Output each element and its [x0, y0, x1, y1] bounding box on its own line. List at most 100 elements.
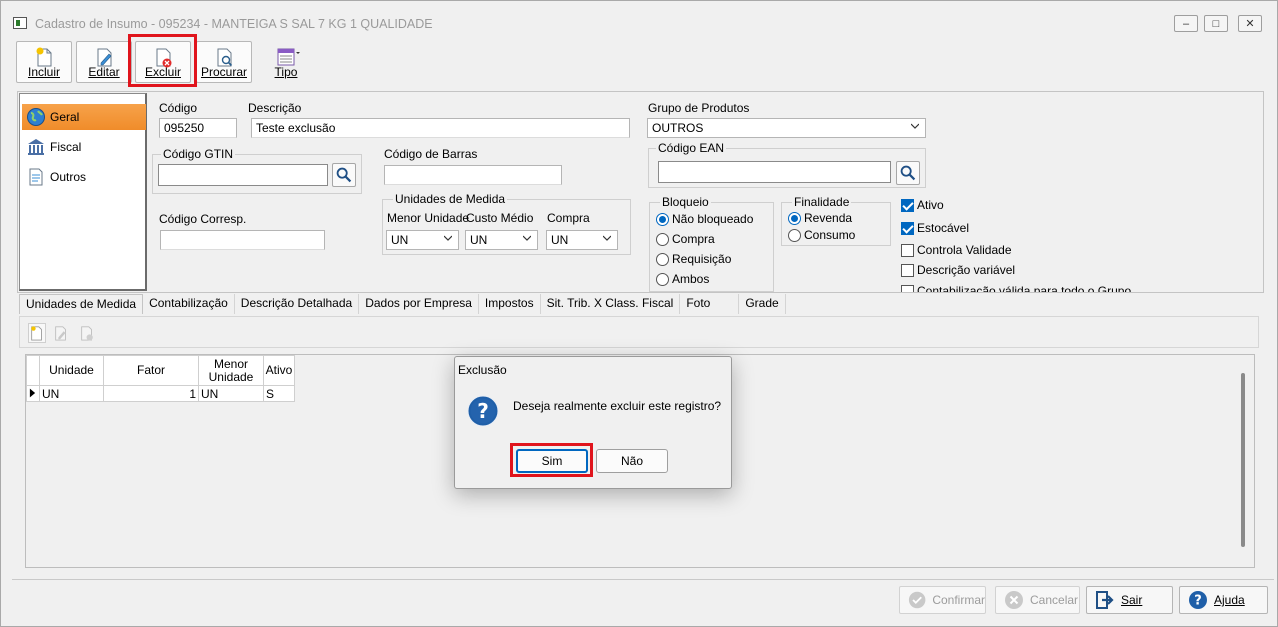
tab-unidades-medida[interactable]: Unidades de Medida: [19, 294, 144, 314]
tab-sit-trib[interactable]: Sit. Trib. X Class. Fiscal: [541, 294, 681, 314]
menor-unidade-label: Menor Unidade: [387, 211, 470, 225]
dialog-title: Exclusão: [458, 363, 507, 377]
finalidade-label: Finalidade: [792, 195, 852, 209]
controla-validade-checkbox[interactable]: Controla Validade: [901, 243, 1012, 257]
question-icon: ?: [467, 395, 499, 427]
compra-label: Compra: [547, 211, 590, 225]
ajuda-button[interactable]: ? Ajuda: [1179, 586, 1268, 614]
codigo-label: Código: [159, 101, 198, 115]
sidebar-item-outros[interactable]: Outros: [22, 164, 146, 190]
checkbox-label: Contabilização válida para todo o Grupo: [917, 284, 1132, 292]
contabilizacao-grupo-checkbox[interactable]: Contabilização válida para todo o Grupo: [901, 284, 1131, 292]
sidebar-item-geral[interactable]: Geral: [22, 104, 146, 130]
tipo-button[interactable]: Tipo: [258, 41, 314, 83]
checkbox-label: Ativo: [917, 198, 944, 212]
column-header-ativo[interactable]: Ativo: [263, 355, 295, 386]
editar-button[interactable]: Editar: [76, 41, 132, 83]
bloqueio-label: Bloqueio: [660, 195, 711, 209]
radio-label: Ambos: [672, 272, 710, 286]
custo-medio-select[interactable]: UN: [465, 230, 538, 250]
toolbar: Incluir Editar Excluir Procurar Tipo: [12, 37, 1274, 85]
estocavel-checkbox[interactable]: Estocável: [901, 221, 969, 235]
nao-button[interactable]: Não: [596, 449, 668, 473]
search-icon: [900, 165, 916, 181]
contabilizacao-clip: Contabilização válida para todo o Grupo: [901, 284, 1261, 292]
grid-scrollbar[interactable]: [1241, 373, 1245, 547]
radio-label: Consumo: [804, 228, 856, 242]
table-row[interactable]: UN 1 UN S: [26, 385, 295, 402]
menor-unidade-select[interactable]: UN: [386, 230, 459, 250]
procurar-button[interactable]: Procurar: [196, 41, 252, 83]
chevron-down-icon: [911, 123, 919, 129]
descricao-variavel-checkbox[interactable]: Descrição variável: [901, 263, 1015, 277]
tab-grade[interactable]: Grade: [739, 294, 786, 314]
barras-label: Código de Barras: [384, 147, 478, 161]
tipo-label: Tipo: [274, 65, 298, 79]
barras-field[interactable]: [384, 165, 562, 185]
excluir-button[interactable]: Excluir: [135, 41, 191, 83]
confirmar-button[interactable]: Confirmar: [899, 586, 986, 614]
ean-field[interactable]: [658, 161, 891, 183]
ativo-checkbox[interactable]: Ativo: [901, 198, 944, 212]
title-bar: Cadastro de Insumo - 095234 - MANTEIGA S…: [1, 1, 1277, 35]
tab-foto[interactable]: Foto: [680, 294, 740, 314]
bloqueio-compra-radio[interactable]: Compra: [656, 232, 715, 246]
sidebar-item-label: Outros: [50, 170, 87, 184]
cancelar-label: Cancelar: [1030, 593, 1079, 607]
close-button[interactable]: ✕: [1238, 15, 1262, 32]
incluir-button[interactable]: Incluir: [16, 41, 72, 83]
ean-search-button[interactable]: [896, 161, 920, 185]
gtin-search-button[interactable]: [332, 163, 356, 187]
exit-icon: [1096, 591, 1114, 609]
tab-contabilizacao[interactable]: Contabilização: [143, 294, 235, 314]
editar-label: Editar: [88, 65, 120, 79]
edit-document-icon: [55, 326, 66, 341]
window-title: Cadastro de Insumo - 095234 - MANTEIGA S…: [35, 17, 433, 31]
radio-label: Revenda: [804, 211, 853, 225]
delete-document-icon: [81, 326, 93, 341]
grupo-value: OUTROS: [652, 121, 704, 135]
sim-button[interactable]: Sim: [516, 449, 588, 473]
radio-label: Não bloqueado: [672, 212, 754, 226]
edit-row-button[interactable]: [52, 323, 70, 343]
compra-select[interactable]: UN: [546, 230, 618, 250]
checkbox-label: Controla Validade: [917, 243, 1012, 257]
finalidade-revenda-radio[interactable]: Revenda: [788, 211, 852, 225]
bank-icon: [28, 139, 44, 155]
add-row-button[interactable]: [28, 323, 46, 343]
maximize-button[interactable]: □: [1204, 15, 1228, 32]
checkbox-label: Estocável: [917, 221, 970, 235]
bloqueio-ambos-radio[interactable]: Ambos: [656, 272, 709, 286]
descricao-field[interactable]: Teste exclusão: [251, 118, 630, 138]
cell-ativo[interactable]: S: [263, 385, 295, 402]
column-header-fator[interactable]: Fator: [103, 355, 199, 386]
column-header-menor-unidade[interactable]: Menor Unidade: [198, 355, 264, 386]
grupo-select[interactable]: OUTROS: [647, 118, 926, 138]
corresp-field[interactable]: [160, 230, 325, 250]
row-indicator: [26, 385, 40, 402]
finalidade-consumo-radio[interactable]: Consumo: [788, 228, 855, 242]
svg-text:?: ?: [1194, 594, 1202, 609]
cell-unidade[interactable]: UN: [39, 385, 104, 402]
cell-menor-unidade[interactable]: UN: [198, 385, 264, 402]
sair-label: Sair: [1121, 593, 1143, 607]
tab-descricao-detalhada[interactable]: Descrição Detalhada: [235, 294, 360, 314]
sair-button[interactable]: Sair: [1086, 586, 1173, 614]
minimize-button[interactable]: –: [1174, 15, 1198, 32]
cell-fator[interactable]: 1: [103, 385, 199, 402]
document-icon: [29, 168, 43, 186]
sidebar-item-fiscal[interactable]: Fiscal: [22, 134, 146, 160]
tab-dados-por-empresa[interactable]: Dados por Empresa: [359, 294, 479, 314]
row-pointer-icon: [29, 388, 36, 397]
app-icon: [13, 17, 27, 29]
bloqueio-requisicao-radio[interactable]: Requisição: [656, 252, 731, 266]
delete-row-button[interactable]: [78, 323, 96, 343]
codigo-field[interactable]: 095250: [159, 118, 237, 138]
incluir-label: Incluir: [27, 65, 60, 79]
bloqueio-nao-bloqueado-radio[interactable]: Não bloqueado: [656, 212, 753, 226]
column-header-unidade[interactable]: Unidade: [39, 355, 104, 386]
cancelar-button[interactable]: Cancelar: [995, 586, 1080, 614]
custo-medio-value: UN: [470, 233, 488, 247]
tab-impostos[interactable]: Impostos: [479, 294, 541, 314]
gtin-field[interactable]: [158, 164, 328, 186]
